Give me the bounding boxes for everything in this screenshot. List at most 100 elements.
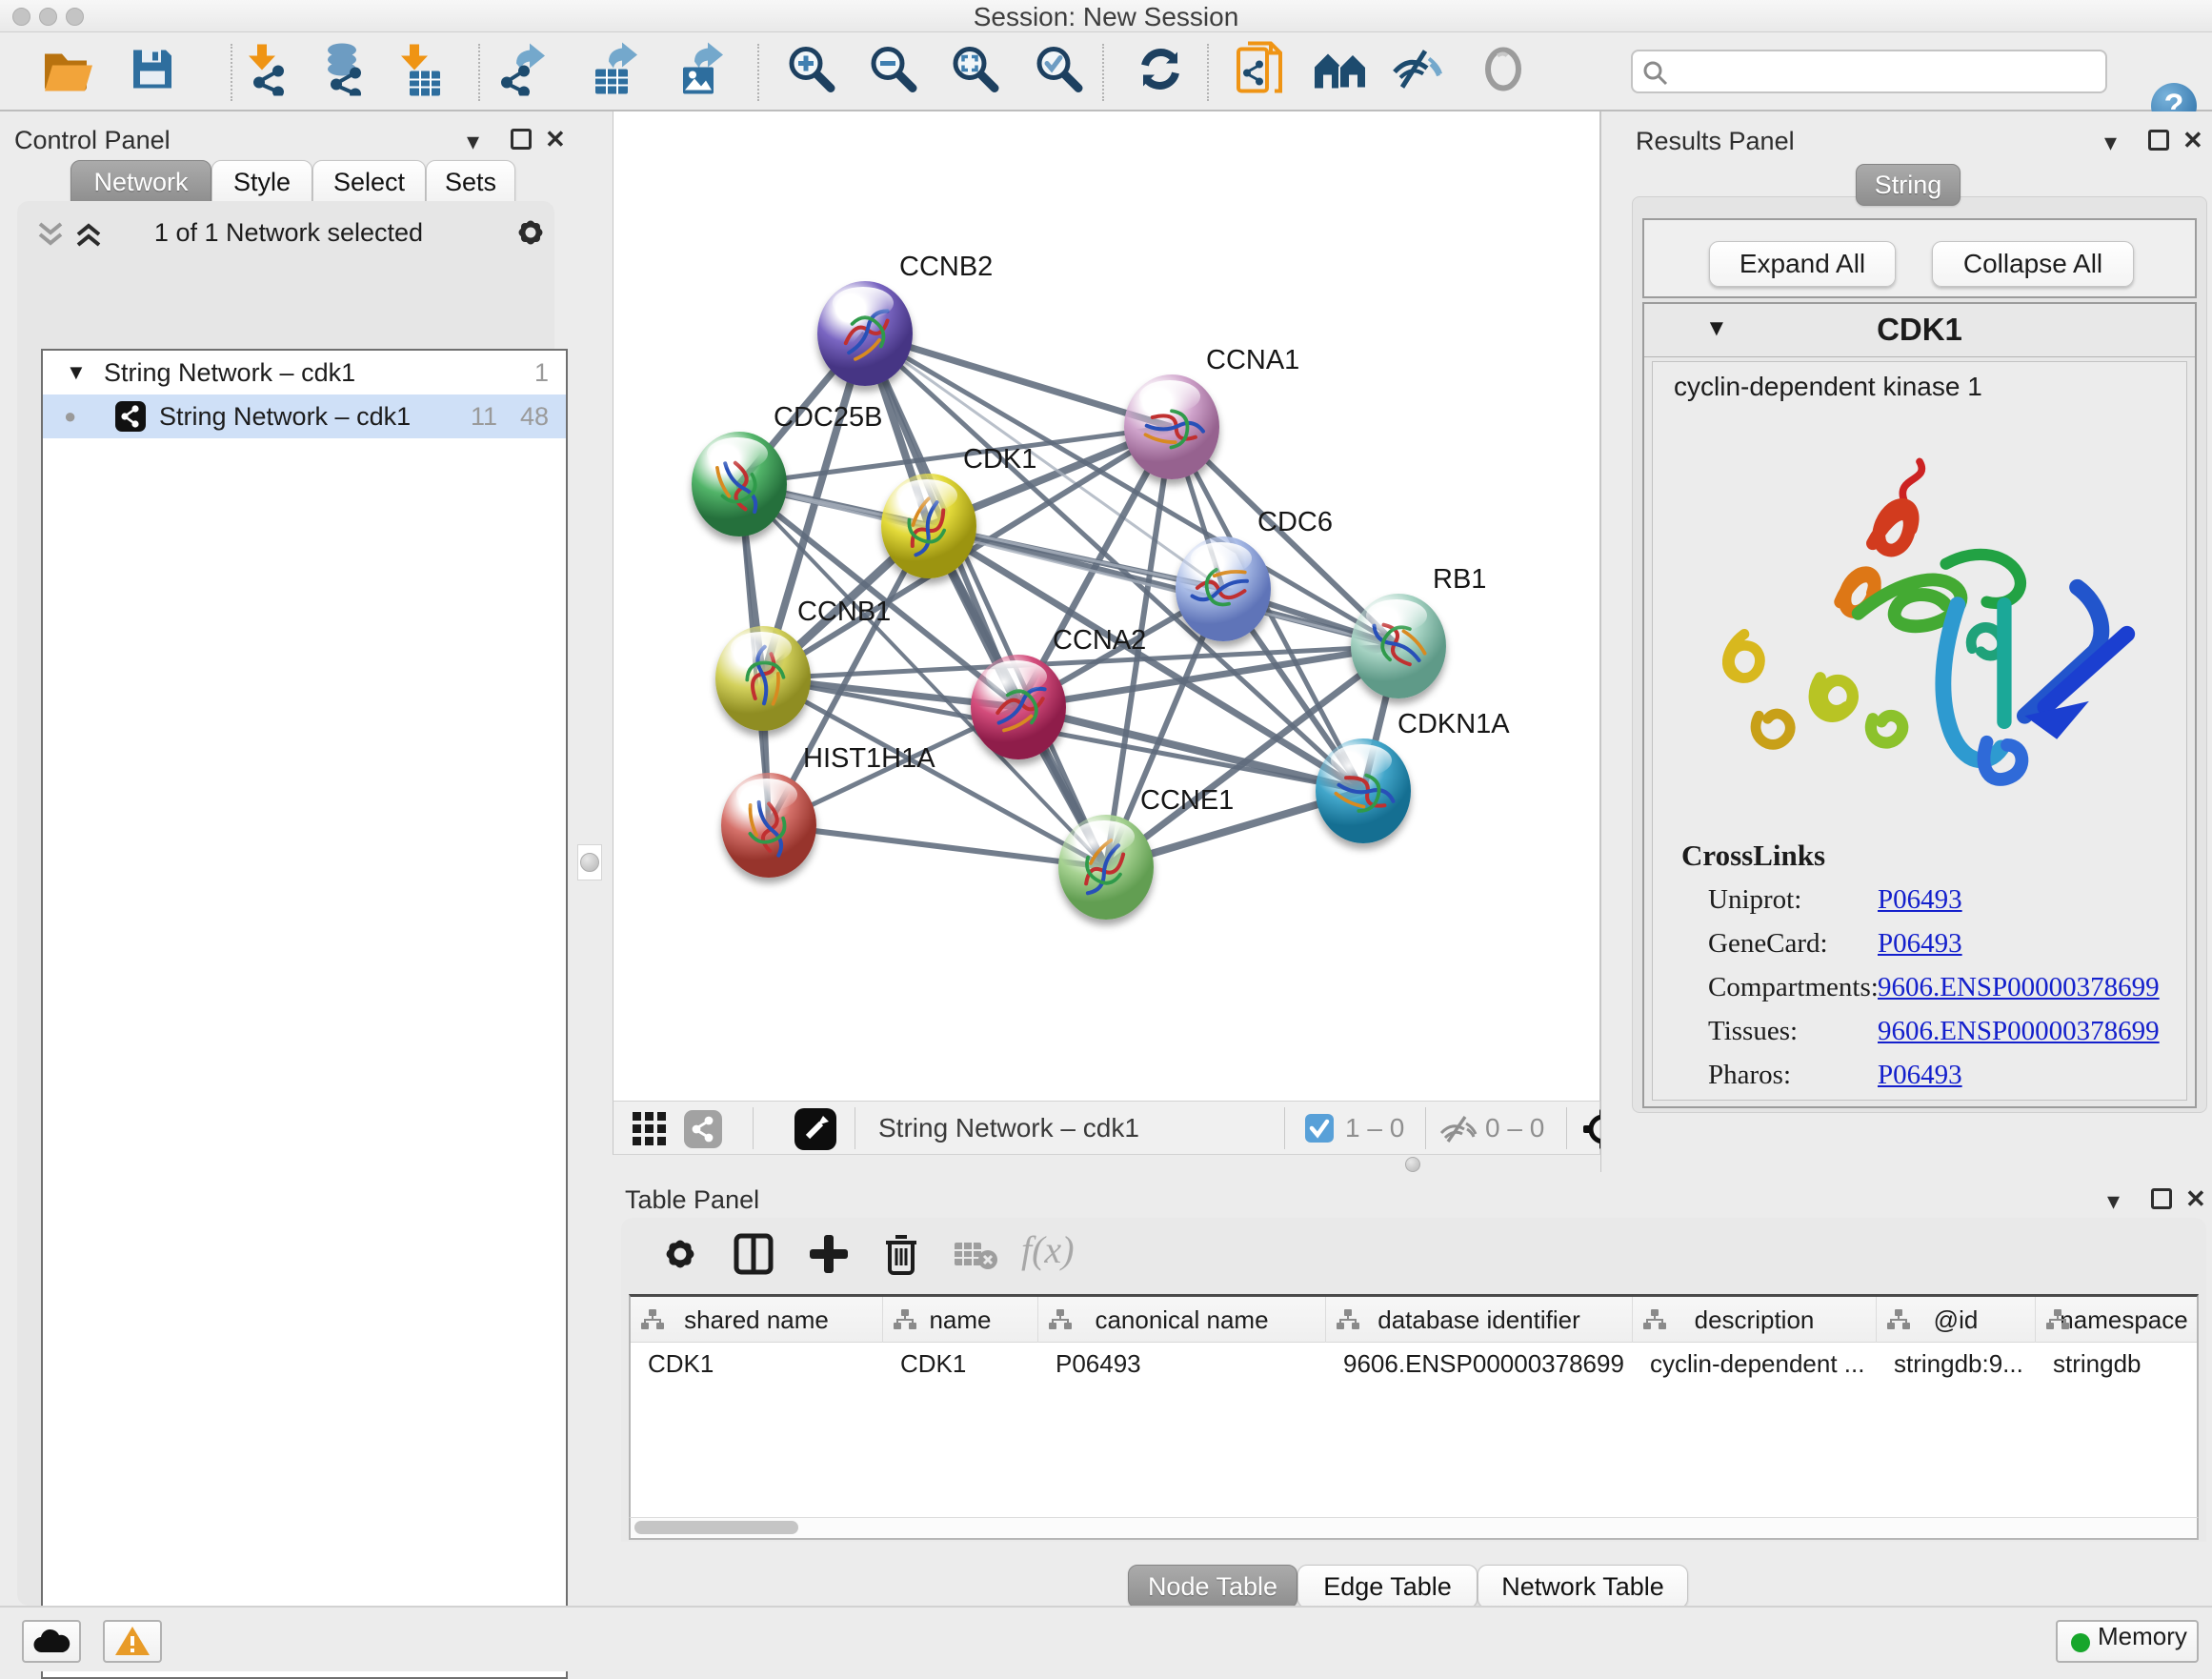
warning-status-button[interactable] xyxy=(103,1620,162,1663)
tab-network-table[interactable]: Network Table xyxy=(1478,1565,1688,1608)
network-edge-HIST1H1A-CCNE1[interactable] xyxy=(769,825,1106,867)
birds-eye-view-icon[interactable] xyxy=(794,1108,836,1155)
tab-style[interactable]: Style xyxy=(211,160,312,204)
column-label: namespace xyxy=(2060,1305,2187,1334)
table-cell[interactable]: 9606.ENSP00000378699 xyxy=(1326,1343,1633,1385)
tab-string[interactable]: String xyxy=(1856,164,1961,206)
import-network-file-icon[interactable] xyxy=(242,42,292,100)
tab-select[interactable]: Select xyxy=(312,160,426,204)
search-input[interactable] xyxy=(1677,53,2096,90)
zoom-out-icon[interactable] xyxy=(869,44,918,98)
left-splitter-handle[interactable] xyxy=(577,844,602,880)
expand-all-networks-icon[interactable] xyxy=(72,220,105,253)
tab-node-table[interactable]: Node Table xyxy=(1128,1565,1297,1608)
table-row[interactable]: CDK1CDK1P064939606.ENSP00000378699cyclin… xyxy=(631,1343,2199,1385)
network-collection-row[interactable]: ▼ String Network – cdk1 1 xyxy=(43,351,566,394)
network-node-CDC25B[interactable] xyxy=(692,432,787,536)
houses-icon[interactable] xyxy=(1313,48,1370,94)
table-panel-menu-caret-icon[interactable]: ▾ xyxy=(2107,1186,2120,1216)
expand-all-button[interactable]: Expand All xyxy=(1709,241,1896,287)
network-node-label-CCNA2: CCNA2 xyxy=(1053,625,1146,657)
tab-edge-table[interactable]: Edge Table xyxy=(1297,1565,1478,1608)
export-table-icon[interactable] xyxy=(588,42,641,100)
zoom-fit-icon[interactable] xyxy=(951,44,1000,98)
table-cell[interactable]: P06493 xyxy=(1038,1343,1326,1385)
search-field[interactable] xyxy=(1631,50,2107,93)
column-header-canonical-name[interactable]: canonical name xyxy=(1038,1297,1326,1343)
column-header--id[interactable]: @id xyxy=(1877,1297,2036,1343)
table-gear-icon[interactable] xyxy=(659,1233,701,1280)
crosslink-value-link[interactable]: P06493 xyxy=(1878,1060,1962,1091)
collapse-all-networks-icon[interactable] xyxy=(34,220,67,253)
table-panel-close-icon[interactable]: ✕ xyxy=(2185,1184,2206,1214)
refresh-layout-icon[interactable] xyxy=(1136,44,1185,98)
network-view-toolbar: String Network – cdk1 1 – 0 0 – 0 xyxy=(613,1101,1600,1155)
control-panel-close-icon[interactable]: ✕ xyxy=(545,125,566,154)
memory-button[interactable]: Memory xyxy=(2056,1620,2199,1663)
results-panel-menu-caret-icon[interactable]: ▾ xyxy=(2104,128,2117,157)
tab-sets[interactable]: Sets xyxy=(426,160,515,204)
table-hscrollbar-thumb[interactable] xyxy=(634,1521,798,1534)
open-session-icon[interactable] xyxy=(41,46,96,96)
collapse-all-button[interactable]: Collapse All xyxy=(1932,241,2134,287)
export-network-icon[interactable] xyxy=(495,42,549,100)
results-panel-close-icon[interactable]: ✕ xyxy=(2182,126,2203,155)
column-header-shared-name[interactable]: shared name xyxy=(631,1297,883,1343)
table-cell[interactable]: CDK1 xyxy=(631,1343,883,1385)
network-node-RB1[interactable] xyxy=(1351,594,1446,698)
selected-checkbox-icon[interactable] xyxy=(1305,1114,1334,1147)
horizontal-splitter[interactable] xyxy=(613,1155,1600,1172)
control-panel-float-icon[interactable] xyxy=(511,129,532,150)
column-header-description[interactable]: description xyxy=(1633,1297,1877,1343)
network-node-CDC6[interactable] xyxy=(1176,536,1271,641)
hide-glyphs-eye-slash-icon[interactable] xyxy=(1391,45,1444,97)
column-header-name[interactable]: name xyxy=(883,1297,1038,1343)
table-cell[interactable]: CDK1 xyxy=(883,1343,1038,1385)
export-image-icon[interactable] xyxy=(674,42,727,100)
zoom-in-icon[interactable] xyxy=(787,44,836,98)
network-node-HIST1H1A[interactable] xyxy=(721,773,816,878)
network-node-CCNA1[interactable] xyxy=(1124,374,1219,479)
table-panel-float-icon[interactable] xyxy=(2151,1188,2172,1209)
column-header-database-identifier[interactable]: database identifier xyxy=(1326,1297,1633,1343)
network-node-CCNB2[interactable] xyxy=(817,281,913,386)
column-header-namespace[interactable]: namespace xyxy=(2036,1297,2199,1343)
crosslink-value-link[interactable]: 9606.ENSP00000378699 xyxy=(1878,972,2160,1003)
network-edge-CCNB2-CCNE1[interactable] xyxy=(865,334,1106,867)
import-network-database-icon[interactable] xyxy=(317,42,369,100)
grid-view-icon[interactable] xyxy=(633,1112,667,1151)
network-node-CDKN1A[interactable] xyxy=(1316,738,1411,843)
network-options-gear-icon[interactable] xyxy=(513,214,549,255)
network-row-selected[interactable]: ● String Network – cdk1 11 48 xyxy=(43,394,566,438)
network-node-CCNB1[interactable] xyxy=(715,626,811,731)
crosslink-value-link[interactable]: 9606.ENSP00000378699 xyxy=(1878,1016,2160,1047)
network-from-clipboard-icon[interactable] xyxy=(1235,41,1284,101)
network-node-CDK1[interactable] xyxy=(881,474,976,578)
network-node-CCNA2[interactable] xyxy=(971,655,1066,759)
add-column-plus-icon[interactable] xyxy=(808,1233,850,1280)
crosslink-value-link[interactable]: P06493 xyxy=(1878,928,1962,960)
toolbar-separator xyxy=(231,44,232,101)
table-cell[interactable]: stringdb xyxy=(2036,1343,2199,1385)
control-panel-menu-caret-icon[interactable]: ▾ xyxy=(467,127,479,156)
save-session-icon[interactable] xyxy=(130,46,175,96)
network-share-view-icon[interactable] xyxy=(684,1110,722,1153)
results-panel-float-icon[interactable] xyxy=(2148,130,2169,151)
tab-network[interactable]: Network xyxy=(70,160,211,204)
table-cell[interactable]: cyclin-dependent ... xyxy=(1633,1343,1877,1385)
gene-section-header[interactable]: ▼ CDK1 xyxy=(1644,304,2195,357)
zoom-selected-icon[interactable] xyxy=(1035,44,1084,98)
cloud-status-button[interactable] xyxy=(22,1620,81,1663)
delete-column-trash-icon[interactable] xyxy=(882,1231,920,1280)
tab-sets-label: Sets xyxy=(445,168,496,196)
tree-expand-caret-icon[interactable]: ▼ xyxy=(66,351,87,394)
crosslink-value-link[interactable]: P06493 xyxy=(1878,884,1962,916)
table-cell[interactable]: stringdb:9... xyxy=(1877,1343,2036,1385)
separator xyxy=(1425,1107,1426,1149)
show-columns-icon[interactable] xyxy=(734,1233,774,1280)
table-hscrollbar[interactable] xyxy=(629,1517,2199,1540)
network-node-CCNE1[interactable] xyxy=(1058,815,1154,920)
show-details-eye-icon[interactable] xyxy=(1480,46,1526,96)
network-canvas[interactable]: CCNB2CCNA1CDC25BCDK1CDC6RB1CCNB1CCNA2CDK… xyxy=(613,111,1600,1101)
import-table-icon[interactable] xyxy=(396,42,442,100)
